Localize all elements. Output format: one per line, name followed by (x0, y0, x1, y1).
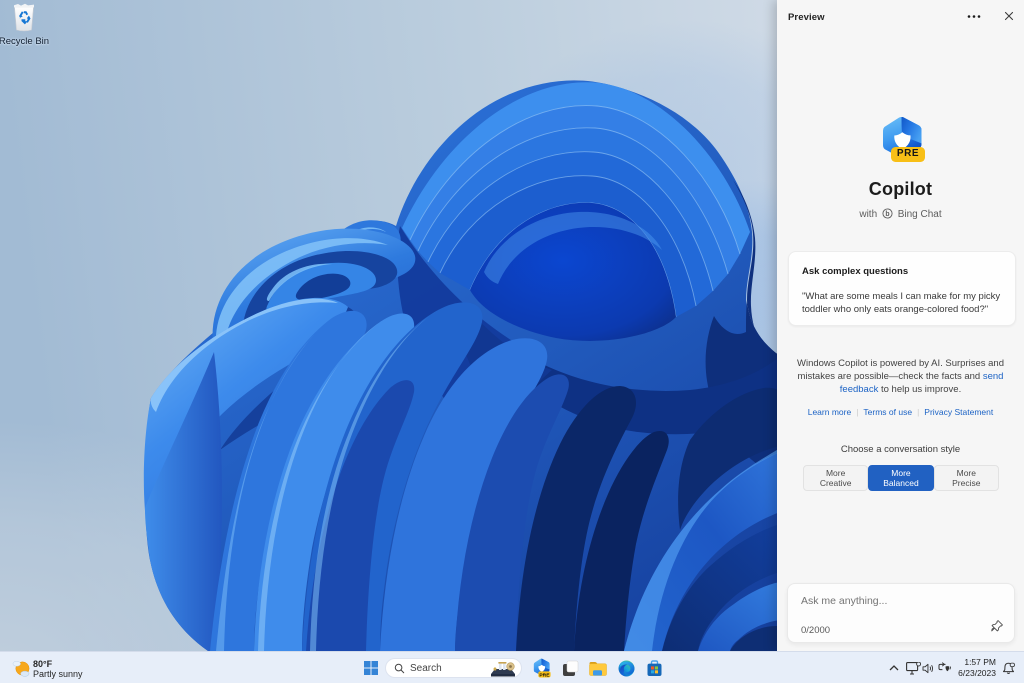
svg-text:PRE: PRE (539, 672, 550, 678)
svg-text:b: b (885, 211, 889, 218)
